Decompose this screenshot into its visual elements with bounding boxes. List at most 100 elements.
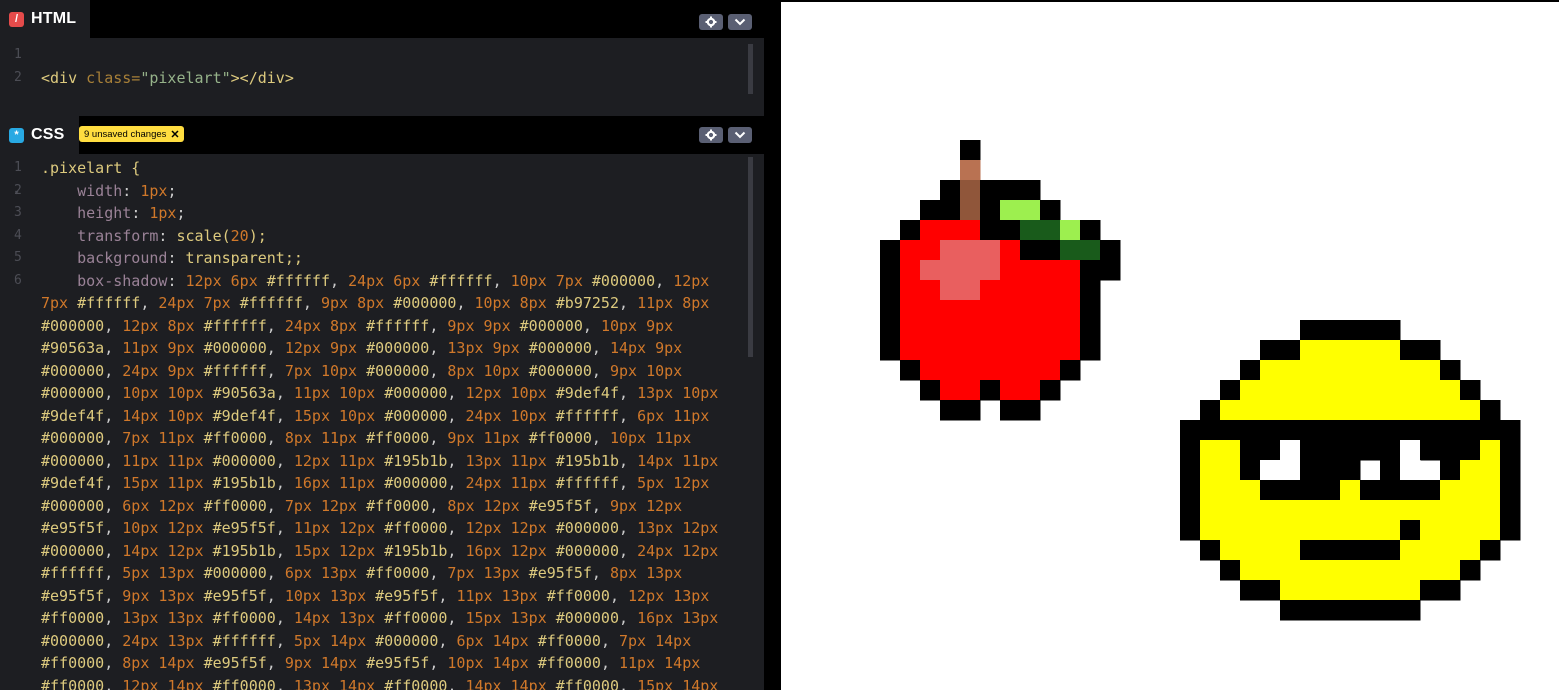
html-attr-value: "pixelart" bbox=[140, 68, 231, 87]
pixel bbox=[1340, 480, 1361, 501]
pixel bbox=[920, 380, 941, 401]
pixel bbox=[1020, 320, 1041, 341]
pixel bbox=[1360, 420, 1381, 441]
pixel bbox=[940, 380, 961, 401]
pixel bbox=[1300, 520, 1321, 541]
pixel bbox=[1180, 420, 1201, 441]
css-collapse-button[interactable] bbox=[728, 127, 752, 143]
pixel bbox=[900, 280, 921, 301]
pixel bbox=[980, 360, 1001, 381]
pixel bbox=[1240, 560, 1261, 581]
pixel bbox=[1320, 480, 1341, 501]
pixel bbox=[1500, 440, 1521, 461]
tab-html[interactable]: / HTML bbox=[0, 0, 91, 38]
pixel bbox=[1380, 460, 1401, 481]
pixel bbox=[1340, 420, 1361, 441]
pixel bbox=[1020, 340, 1041, 361]
line-number: 1 ▾ bbox=[14, 160, 22, 198]
pixel bbox=[960, 140, 981, 161]
pixel bbox=[1460, 400, 1481, 421]
html-code-line: <div class="pixelart"></div> bbox=[41, 67, 719, 90]
unsaved-changes-badge[interactable]: 9 unsaved changes ✕ bbox=[79, 126, 184, 142]
html-pane-header: / HTML bbox=[0, 0, 764, 38]
pixel bbox=[1280, 580, 1301, 601]
pixel bbox=[1500, 500, 1521, 521]
pixel bbox=[980, 340, 1001, 361]
pixel bbox=[1360, 340, 1381, 361]
pixel bbox=[1480, 500, 1501, 521]
pixel bbox=[1080, 300, 1101, 321]
pixel bbox=[1400, 340, 1421, 361]
pixel bbox=[1020, 400, 1041, 421]
pixel bbox=[1260, 540, 1281, 561]
pixel bbox=[1420, 440, 1441, 461]
pixel bbox=[1020, 180, 1041, 201]
html-close-tag: ></div> bbox=[230, 68, 294, 87]
pixel bbox=[960, 400, 981, 421]
preview-pane bbox=[781, 0, 1559, 690]
pixel bbox=[1500, 480, 1521, 501]
pixel bbox=[940, 320, 961, 341]
pixel bbox=[900, 300, 921, 321]
pixel bbox=[960, 220, 981, 241]
pixel bbox=[1320, 580, 1341, 601]
pixel bbox=[1460, 420, 1481, 441]
pixel bbox=[1060, 280, 1081, 301]
pixel bbox=[1480, 480, 1501, 501]
pixel bbox=[1020, 240, 1041, 261]
pixel bbox=[1360, 580, 1381, 601]
pixel bbox=[1280, 360, 1301, 381]
pixel bbox=[1440, 460, 1461, 481]
pixel bbox=[1380, 500, 1401, 521]
pixel bbox=[1420, 560, 1441, 581]
css-code-area[interactable]: 1 ▾ 2 3 4 5 6 .pixelart { width: 1px; he… bbox=[0, 157, 755, 690]
pixel bbox=[1000, 240, 1021, 261]
css-settings-button[interactable] bbox=[699, 127, 723, 143]
line-number: 5 bbox=[14, 250, 22, 265]
pixel bbox=[1360, 400, 1381, 421]
html-collapse-button[interactable] bbox=[728, 14, 752, 30]
pixel bbox=[1000, 260, 1021, 281]
pixel bbox=[1260, 560, 1281, 581]
pixel bbox=[1400, 520, 1421, 541]
pixel bbox=[1240, 420, 1261, 441]
pixel bbox=[1480, 400, 1501, 421]
pixel bbox=[1060, 300, 1081, 321]
pixel bbox=[1460, 480, 1481, 501]
html-code-area[interactable]: 1 2 <div class="pixelart"></div> bbox=[0, 44, 755, 114]
pixel bbox=[1320, 520, 1341, 541]
pixel bbox=[1240, 360, 1261, 381]
pixel bbox=[1020, 280, 1041, 301]
html-settings-button[interactable] bbox=[699, 14, 723, 30]
pixel bbox=[1280, 560, 1301, 581]
chevron-down-icon bbox=[734, 131, 746, 139]
pixel bbox=[1440, 580, 1461, 601]
pixel bbox=[1200, 400, 1221, 421]
pixel bbox=[900, 340, 921, 361]
html-scrollbar[interactable] bbox=[748, 44, 753, 94]
pixel bbox=[900, 360, 921, 381]
pane-resize-handle[interactable] bbox=[764, 0, 781, 690]
pixel bbox=[1300, 400, 1321, 421]
pixel bbox=[1080, 320, 1101, 341]
pixel bbox=[1340, 520, 1361, 541]
pixel bbox=[920, 260, 941, 281]
pixel bbox=[1380, 600, 1401, 621]
css-scrollbar[interactable] bbox=[748, 157, 753, 357]
pixel bbox=[880, 320, 901, 341]
pixel bbox=[980, 280, 1001, 301]
pixel bbox=[920, 280, 941, 301]
pixel bbox=[1000, 200, 1021, 221]
pixel bbox=[1500, 420, 1521, 441]
tab-css[interactable]: * CSS bbox=[0, 116, 79, 154]
html-line-numbers: 1 2 bbox=[0, 44, 30, 89]
pixel bbox=[1040, 260, 1061, 281]
pixel bbox=[1460, 440, 1481, 461]
pixel bbox=[1400, 480, 1421, 501]
pixel bbox=[1480, 440, 1501, 461]
pixel bbox=[1360, 380, 1381, 401]
pixel bbox=[1440, 560, 1461, 581]
pixel bbox=[1280, 440, 1301, 461]
close-icon[interactable]: ✕ bbox=[170, 128, 179, 141]
css-rule-width: width: 1px; bbox=[77, 181, 177, 200]
